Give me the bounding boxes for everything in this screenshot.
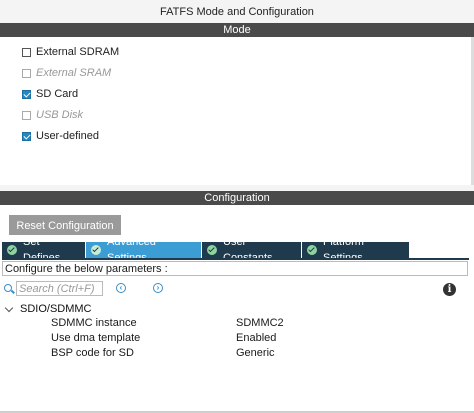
chevron-down-icon (4, 303, 14, 312)
tab-underline (2, 258, 469, 260)
param-value: Enabled (236, 332, 277, 344)
tab-user-constants[interactable]: User Constants (202, 236, 301, 264)
external-sdram-checkbox[interactable] (22, 47, 31, 57)
user-defined-label: User-defined (36, 130, 99, 142)
tab-advanced-settings[interactable]: Advanced Settings (86, 236, 201, 264)
mode-header: Mode (0, 23, 474, 37)
window-title: FATFS Mode and Configuration (0, 0, 474, 22)
external-sram-checkbox[interactable] (22, 68, 31, 78)
reset-configuration-button[interactable]: Reset Configuration (9, 215, 121, 235)
search-input[interactable] (16, 281, 103, 296)
mode-option-sd-card[interactable]: SD Card (22, 87, 78, 101)
search-next-icon[interactable]: › (153, 283, 163, 293)
param-name: SDMMC instance (51, 317, 137, 329)
search-icon (4, 284, 14, 294)
info-icon[interactable]: i (443, 283, 456, 296)
param-name: BSP code for SD (51, 347, 134, 359)
mode-option-user-defined[interactable]: User-defined (22, 129, 99, 143)
group-sdio-sdmmc[interactable]: SDIO/SDMMC (4, 302, 92, 316)
external-sram-label: External SRAM (36, 67, 112, 79)
param-row[interactable]: SDMMC instance SDMMC2 (51, 317, 471, 331)
external-sdram-label: External SDRAM (36, 46, 120, 58)
search-previous-icon[interactable]: ‹ (116, 283, 126, 293)
mode-option-external-sdram[interactable]: External SDRAM (22, 45, 119, 59)
usb-disk-checkbox[interactable] (22, 110, 31, 120)
tab-platform-settings[interactable]: Platform Settings (302, 236, 409, 264)
check-circle-icon (91, 245, 101, 255)
check-circle-icon (7, 245, 17, 255)
check-circle-icon (207, 245, 217, 255)
param-value: SDMMC2 (236, 317, 284, 329)
configuration-tabs: Set Defines Advanced Settings User Const… (2, 236, 410, 264)
check-circle-icon (307, 245, 317, 255)
configuration-header: Configuration (0, 191, 474, 205)
group-label: SDIO/SDMMC (20, 303, 92, 315)
param-row[interactable]: BSP code for SD Generic (51, 347, 471, 361)
mode-option-external-sram[interactable]: External SRAM (22, 66, 111, 80)
usb-disk-label: USB Disk (36, 109, 84, 121)
param-value: Generic (236, 347, 275, 359)
sd-card-checkbox[interactable] (22, 89, 31, 99)
user-defined-checkbox[interactable] (22, 131, 31, 141)
param-row[interactable]: Use dma template Enabled (51, 332, 471, 346)
param-name: Use dma template (51, 332, 141, 344)
parameters-caption: Configure the below parameters : (2, 261, 468, 276)
tab-set-defines[interactable]: Set Defines (2, 236, 85, 264)
sd-card-label: SD Card (36, 88, 79, 100)
mode-option-usb-disk[interactable]: USB Disk (22, 108, 83, 122)
